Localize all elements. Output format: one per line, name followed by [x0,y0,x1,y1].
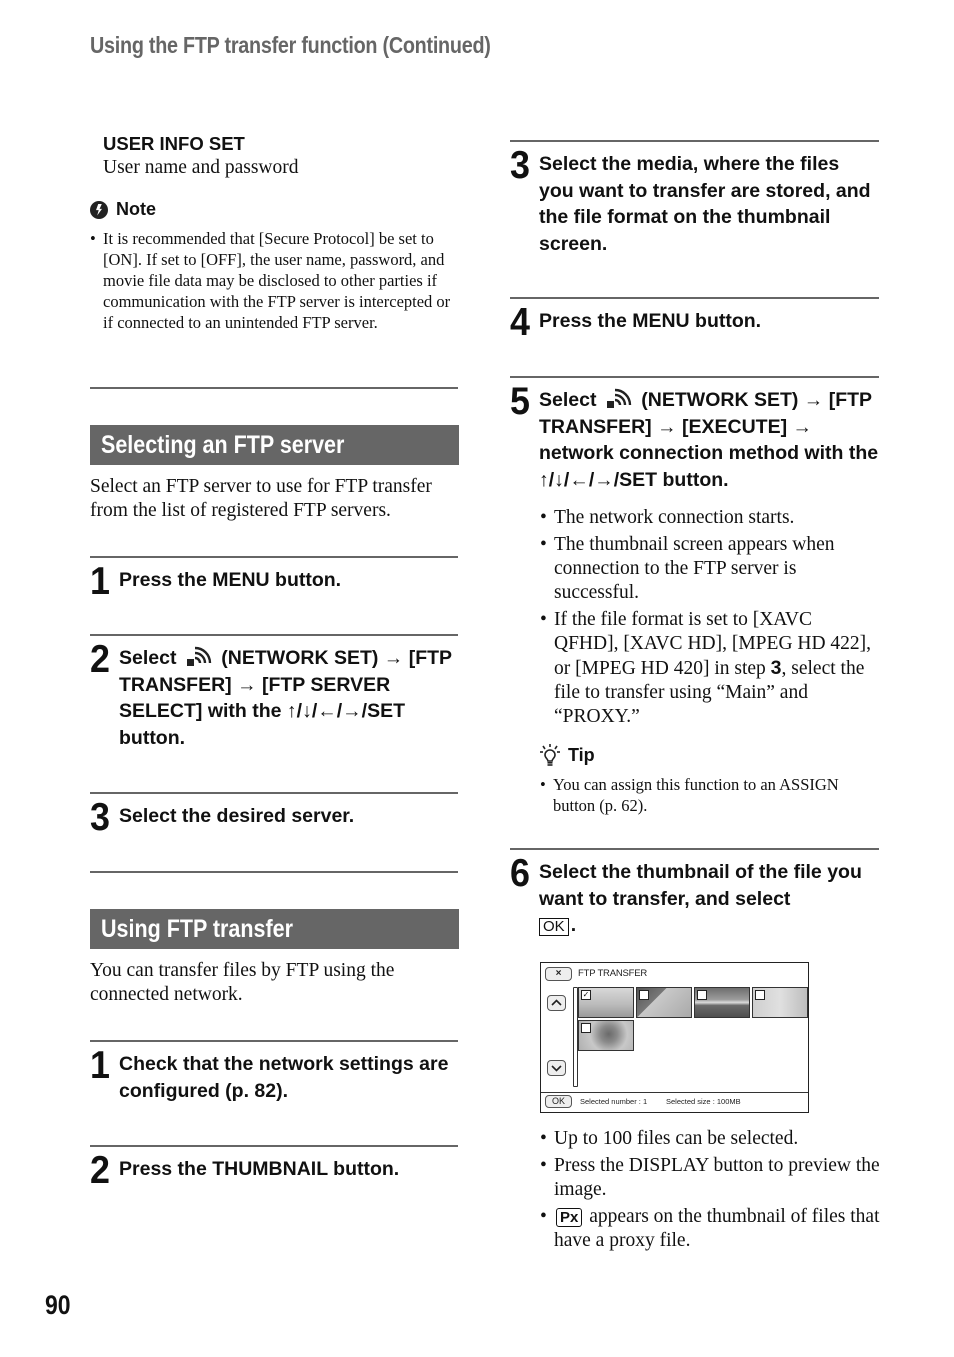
step-text: Select (NETWORK SET) → [FTP TRANSFER] → … [119,646,452,749]
thumbnail-checkbox[interactable] [755,990,765,1000]
tip-lightbulb-icon [540,744,560,766]
chevron-down-icon [551,1065,562,1072]
thumbnail-checkbox[interactable] [581,1023,591,1033]
thumbnail-item[interactable] [694,987,750,1018]
section-divider [90,871,458,873]
thumbnail-checkbox[interactable]: ✓ [581,990,591,1000]
tip-heading: Tip [540,744,595,766]
user-info-term: USER INFO SET [103,133,245,154]
step-divider [510,848,879,850]
ftp-transfer-screen: × FTP TRANSFER ✓ OK Selected number : 1 … [540,962,809,1113]
step-number: 4 [510,301,530,344]
screen-title: FTP TRANSFER [578,968,648,979]
step-number: 6 [510,852,530,895]
tip-list: You can assign this function to an ASSIG… [540,774,880,816]
page-number: 90 [45,1290,71,1320]
thumbnail-item[interactable] [578,1020,634,1051]
step5-notes: The network connection starts. The thumb… [540,506,880,732]
note-caution-icon [90,200,108,219]
step-text: Select the thumbnail of the file you wan… [539,861,862,936]
step-divider [90,1040,458,1042]
running-head: Using the FTP transfer function (Continu… [90,32,491,58]
note-label: Note [116,199,156,219]
step-divider [510,297,879,299]
step-using-ftp-3: 3 Select the media, where the files you … [510,144,879,257]
section-intro-select-server: Select an FTP server to use for FTP tran… [90,476,432,521]
step5-note: The thumbnail screen appears when connec… [540,533,880,605]
note-heading: Note [90,199,156,220]
step-divider [90,1145,458,1147]
scroll-up-button[interactable] [547,995,566,1011]
thumbnail-item[interactable]: ✓ [578,987,634,1018]
step-select-server-2: 2 Select (NETWORK SET) → [FTP TRANSFER] … [90,638,458,751]
step-divider [90,792,458,794]
network-set-icon [186,646,212,666]
proxy-badge-icon: Px [556,1208,583,1227]
step-divider [90,556,458,558]
step-select-server-1: 1 Press the MENU button. [90,560,458,603]
step5-note: The network connection starts. [540,506,880,530]
step-number: 5 [510,380,530,423]
tip-item: You can assign this function to an ASSIG… [540,774,880,816]
screen-footer-divider [541,1092,808,1093]
step6-note: Press the DISPLAY button to preview the … [540,1154,880,1202]
step-using-ftp-2: 2 Press the THUMBNAIL button. [90,1149,458,1192]
step-text: Select the desired server. [119,805,355,827]
step-divider [510,376,879,378]
section-heading-using-ftp: Using FTP transfer [90,909,459,949]
step-number: 2 [90,638,110,681]
thumbnail-item[interactable] [752,987,808,1018]
close-button[interactable]: × [545,967,572,981]
thumbnail-checkbox[interactable] [639,990,649,1000]
section-divider [90,387,458,389]
selected-size: Selected size : 100MB [666,1097,741,1106]
step-select-server-3: 3 Select the desired server. [90,796,458,839]
step-text: Check that the network settings are conf… [119,1053,449,1102]
step6-note-proxy: Px appears on the thumbnail of files tha… [540,1205,880,1253]
chevron-up-icon [551,999,562,1006]
note-list: It is recommended that [Secure Protocol]… [90,228,458,333]
tip-label: Tip [568,744,595,765]
step-text: Press the MENU button. [539,310,762,332]
selected-number: Selected number : 1 [580,1097,648,1106]
step-using-ftp-4: 4 Press the MENU button. [510,301,879,344]
section-intro-using-ftp: You can transfer files by FTP using the … [90,960,395,1005]
step6-notes: Up to 100 files can be selected. Press t… [540,1127,880,1256]
thumbnail-item[interactable] [636,987,692,1018]
step-using-ftp-6: 6 Select the thumbnail of the file you w… [510,852,879,939]
step-number: 3 [90,796,110,839]
step-number: 1 [90,560,110,603]
step-number: 1 [90,1044,110,1087]
step-using-ftp-1: 1 Check that the network settings are co… [90,1044,458,1104]
network-set-icon [606,388,632,408]
section-heading-select-server: Selecting an FTP server [90,425,459,465]
step-using-ftp-5: 5 Select (NETWORK SET) → [FTP TRANSFER] … [510,380,879,493]
step-number: 2 [90,1149,110,1192]
ok-button[interactable]: OK [545,1095,572,1108]
thumbnail-checkbox[interactable] [697,990,707,1000]
step-divider [510,140,879,142]
note-item: It is recommended that [Secure Protocol]… [90,228,458,333]
step-text: Select (NETWORK SET) → [FTP TRANSFER] → … [539,388,879,491]
step-divider [90,634,458,636]
user-info-description: User name and password [103,157,299,178]
step-text: Select the media, where the files you wa… [539,153,871,255]
step-number: 3 [510,144,530,187]
step-text: Press the THUMBNAIL button. [119,1158,400,1180]
step5-note-file-format: If the file format is set to [XAVC QFHD]… [540,608,880,729]
step-text: Press the MENU button. [119,569,342,591]
ok-badge: OK [539,918,569,936]
scroll-down-button[interactable] [547,1060,566,1076]
step6-note: Up to 100 files can be selected. [540,1127,880,1151]
